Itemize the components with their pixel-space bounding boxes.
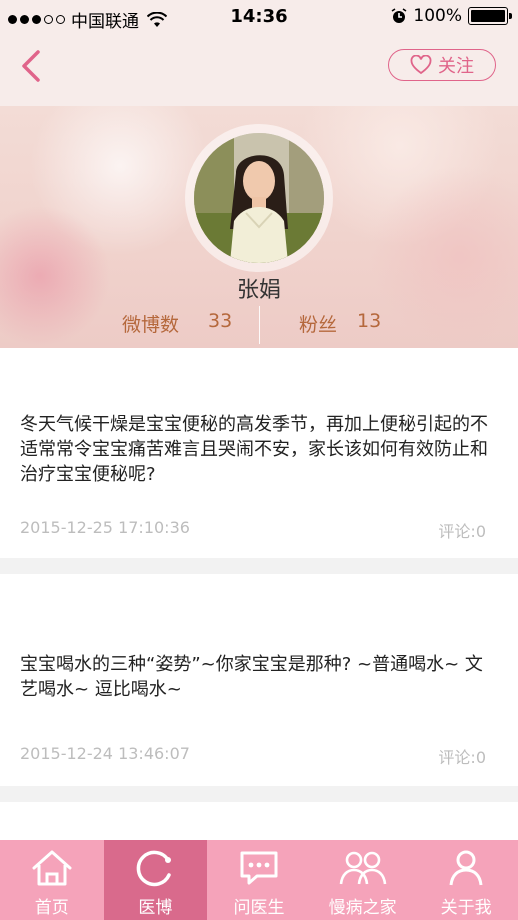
fans-count-label: 粉丝 xyxy=(299,314,338,336)
heart-outline-icon xyxy=(410,55,432,75)
tab-home[interactable]: 首页 xyxy=(0,840,104,920)
battery-icon xyxy=(468,7,512,25)
back-button[interactable] xyxy=(14,46,50,86)
group-icon xyxy=(339,851,386,885)
tab-about-me[interactable]: 关于我 xyxy=(414,840,518,920)
status-bar: 中国联通 14:36 100% xyxy=(0,0,518,34)
tab-bar: 首页 医博 问医生 慢病之家 关于我 xyxy=(0,840,518,920)
tab-label: 关于我 xyxy=(440,898,492,918)
chevron-left-icon xyxy=(22,50,40,82)
home-icon xyxy=(32,850,72,886)
follow-button[interactable]: 关注 xyxy=(388,49,496,81)
avatar-portrait xyxy=(194,133,324,263)
profile-stats: 微博数 33 粉丝 13 xyxy=(0,306,518,346)
post-comments[interactable]: 评论:0 xyxy=(438,518,486,542)
person-icon xyxy=(449,850,483,886)
tab-label: 问医生 xyxy=(233,898,285,918)
post-comments[interactable]: 评论:0 xyxy=(438,744,486,768)
alarm-icon xyxy=(391,8,407,23)
post-time: 2015-12-24 13:46:07 xyxy=(20,744,190,763)
battery-percent: 100% xyxy=(413,6,462,26)
tab-label: 慢病之家 xyxy=(328,898,397,918)
post-text: 宝宝喝水的三种“姿势”~你家宝宝是那种? ~普通喝水~ 文艺喝水~ 逗比喝水~ xyxy=(20,654,483,700)
post-card[interactable]: 宝宝喝水的三种“姿势”~你家宝宝是那种? ~普通喝水~ 文艺喝水~ 逗比喝水~ … xyxy=(0,574,518,786)
screen: 中国联通 14:36 100% 关注 张娟 微博数 33 粉丝 13 冬天气候干… xyxy=(0,0,518,920)
follow-label: 关注 xyxy=(438,56,474,77)
post-text: 冬天气候干燥是宝宝便秘的高发季节，再加上便秘引起的不适常常令宝宝痛苦难言且哭闹不… xyxy=(20,414,488,485)
tab-label: 医博 xyxy=(138,898,173,918)
post-card[interactable] xyxy=(0,802,518,842)
tab-ask-doctor[interactable]: 问医生 xyxy=(207,840,311,920)
post-card[interactable]: 冬天气候干燥是宝宝便秘的高发季节，再加上便秘引起的不适常常令宝宝痛苦难言且哭闹不… xyxy=(0,348,518,558)
avatar[interactable] xyxy=(194,133,324,263)
avatar-ring xyxy=(185,124,333,272)
refresh-icon xyxy=(137,850,172,887)
weibo-count-label: 微博数 xyxy=(122,314,180,336)
tab-chronic-home[interactable]: 慢病之家 xyxy=(311,840,415,920)
nav-bar: 关注 xyxy=(0,34,518,106)
profile-header: 张娟 微博数 33 粉丝 13 xyxy=(0,106,518,348)
chat-bubble-icon xyxy=(240,851,278,885)
stats-divider xyxy=(259,306,260,344)
post-time: 2015-12-25 17:10:36 xyxy=(20,518,190,537)
tab-label: 首页 xyxy=(34,898,69,918)
weibo-count-value: 33 xyxy=(208,310,233,332)
fans-count-value: 13 xyxy=(357,310,382,332)
tab-weibo[interactable]: 医博 xyxy=(103,840,208,920)
status-right: 100% xyxy=(391,6,512,26)
profile-name: 张娟 xyxy=(236,278,281,303)
